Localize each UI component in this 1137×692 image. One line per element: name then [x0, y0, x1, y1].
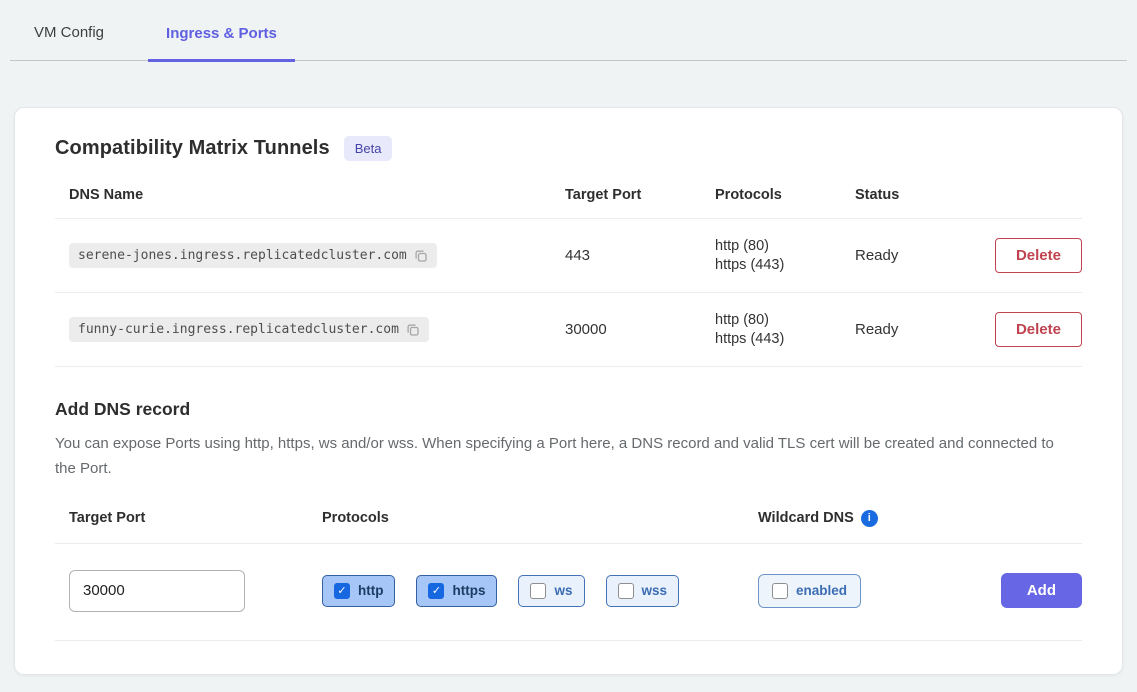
- label-wildcard-dns: Wildcard DNS: [758, 510, 854, 526]
- info-icon[interactable]: [861, 510, 878, 527]
- protocol-checkbox-label: ws: [554, 583, 572, 598]
- protocol-checkbox-group: http https ws wss: [322, 575, 758, 607]
- label-protocols: Protocols: [322, 510, 758, 527]
- tab-ingress-ports[interactable]: Ingress & Ports: [148, 25, 295, 62]
- wildcard-enabled-checkbox[interactable]: enabled: [758, 574, 861, 608]
- protocol-line: http (80): [715, 312, 855, 328]
- tunnels-table: DNS Name Target Port Protocols Status se…: [55, 187, 1082, 367]
- copy-icon[interactable]: [414, 249, 428, 263]
- status-badge: Ready: [855, 321, 985, 338]
- protocol-checkbox-https[interactable]: https: [416, 575, 497, 607]
- copy-icon[interactable]: [406, 323, 420, 337]
- dns-name-pill: serene-jones.ingress.replicatedcluster.c…: [69, 243, 437, 268]
- protocol-checkbox-ws[interactable]: ws: [518, 575, 584, 607]
- add-dns-record-heading: Add DNS record: [55, 399, 1082, 420]
- beta-badge: Beta: [344, 136, 393, 161]
- checkbox-icon: [530, 583, 546, 599]
- tab-vm-config[interactable]: VM Config: [30, 24, 108, 60]
- checkbox-icon: [772, 583, 788, 599]
- add-button[interactable]: Add: [1001, 573, 1082, 608]
- header-dns-name: DNS Name: [69, 187, 565, 203]
- protocol-line: https (443): [715, 257, 855, 273]
- form-labels-row: Target Port Protocols Wildcard DNS: [55, 510, 1082, 544]
- table-row: funny-curie.ingress.replicatedcluster.co…: [55, 293, 1082, 367]
- dns-name-text: serene-jones.ingress.replicatedcluster.c…: [78, 248, 407, 263]
- cell-protocols: http (80) https (443): [715, 312, 855, 347]
- header-protocols: Protocols: [715, 187, 855, 203]
- protocol-line: http (80): [715, 238, 855, 254]
- label-target-port: Target Port: [69, 510, 322, 527]
- header-target-port: Target Port: [565, 187, 715, 203]
- checkbox-icon: [428, 583, 444, 599]
- add-dns-record-description: You can expose Ports using http, https, …: [55, 432, 1065, 482]
- protocol-checkbox-label: https: [452, 583, 485, 598]
- protocol-checkbox-label: wss: [642, 583, 668, 598]
- delete-button[interactable]: Delete: [995, 238, 1082, 273]
- tab-bar: VM Config Ingress & Ports: [10, 0, 1127, 61]
- delete-button[interactable]: Delete: [995, 312, 1082, 347]
- protocol-checkbox-wss[interactable]: wss: [606, 575, 680, 607]
- wildcard-checkbox-label: enabled: [796, 583, 847, 598]
- bottom-divider: [55, 640, 1082, 641]
- target-port-input[interactable]: [69, 570, 245, 612]
- add-dns-form-row: http https ws wss enabled Add: [55, 570, 1082, 612]
- dns-name-text: funny-curie.ingress.replicatedcluster.co…: [78, 322, 399, 337]
- protocol-checkbox-label: http: [358, 583, 383, 598]
- checkbox-icon: [334, 583, 350, 599]
- page-title: Compatibility Matrix Tunnels: [55, 137, 330, 160]
- cell-target-port: 443: [565, 247, 715, 264]
- table-header-row: DNS Name Target Port Protocols Status: [55, 187, 1082, 219]
- card-title-row: Compatibility Matrix Tunnels Beta: [55, 136, 1082, 161]
- protocol-line: https (443): [715, 331, 855, 347]
- table-row: serene-jones.ingress.replicatedcluster.c…: [55, 219, 1082, 293]
- cell-target-port: 30000: [565, 321, 715, 338]
- checkbox-icon: [618, 583, 634, 599]
- protocol-checkbox-http[interactable]: http: [322, 575, 395, 607]
- status-badge: Ready: [855, 247, 985, 264]
- tunnels-card: Compatibility Matrix Tunnels Beta DNS Na…: [14, 107, 1123, 675]
- cell-protocols: http (80) https (443): [715, 238, 855, 273]
- dns-name-pill: funny-curie.ingress.replicatedcluster.co…: [69, 317, 429, 342]
- header-status: Status: [855, 187, 985, 203]
